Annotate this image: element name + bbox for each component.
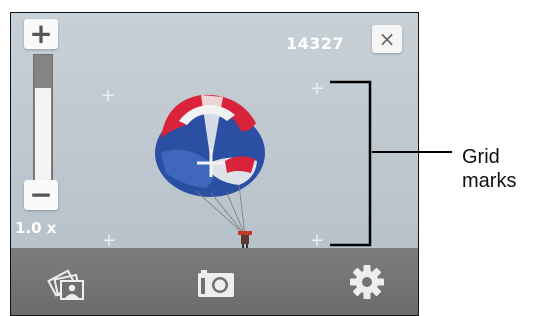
gear-icon[interactable] (348, 263, 386, 301)
callout-leader-line (372, 151, 452, 153)
grid-mark: + (309, 78, 325, 99)
parachute-canopy (155, 94, 265, 197)
grid-marks-label-line1: Grid (462, 146, 500, 168)
close-button[interactable]: × (372, 25, 402, 53)
shot-counter: 14327 (286, 34, 345, 53)
parasailer (238, 231, 252, 248)
grid-mark: + (101, 230, 117, 251)
zoom-in-button[interactable]: + (24, 19, 58, 49)
grid-marks-bracket (330, 80, 372, 247)
zoom-level-readout: 1.0 x (15, 219, 57, 237)
zoom-slider-fill (35, 88, 51, 182)
grid-marks-label-line2: marks (462, 170, 517, 192)
grid-mark: + (309, 230, 325, 251)
zoom-out-button[interactable]: − (24, 180, 58, 210)
camera-icon[interactable] (196, 269, 236, 299)
grid-mark: + (100, 85, 116, 106)
grid-marks-label: Grid marks (462, 145, 516, 193)
zoom-slider[interactable] (33, 54, 53, 184)
photo-gallery-icon[interactable] (47, 263, 87, 303)
